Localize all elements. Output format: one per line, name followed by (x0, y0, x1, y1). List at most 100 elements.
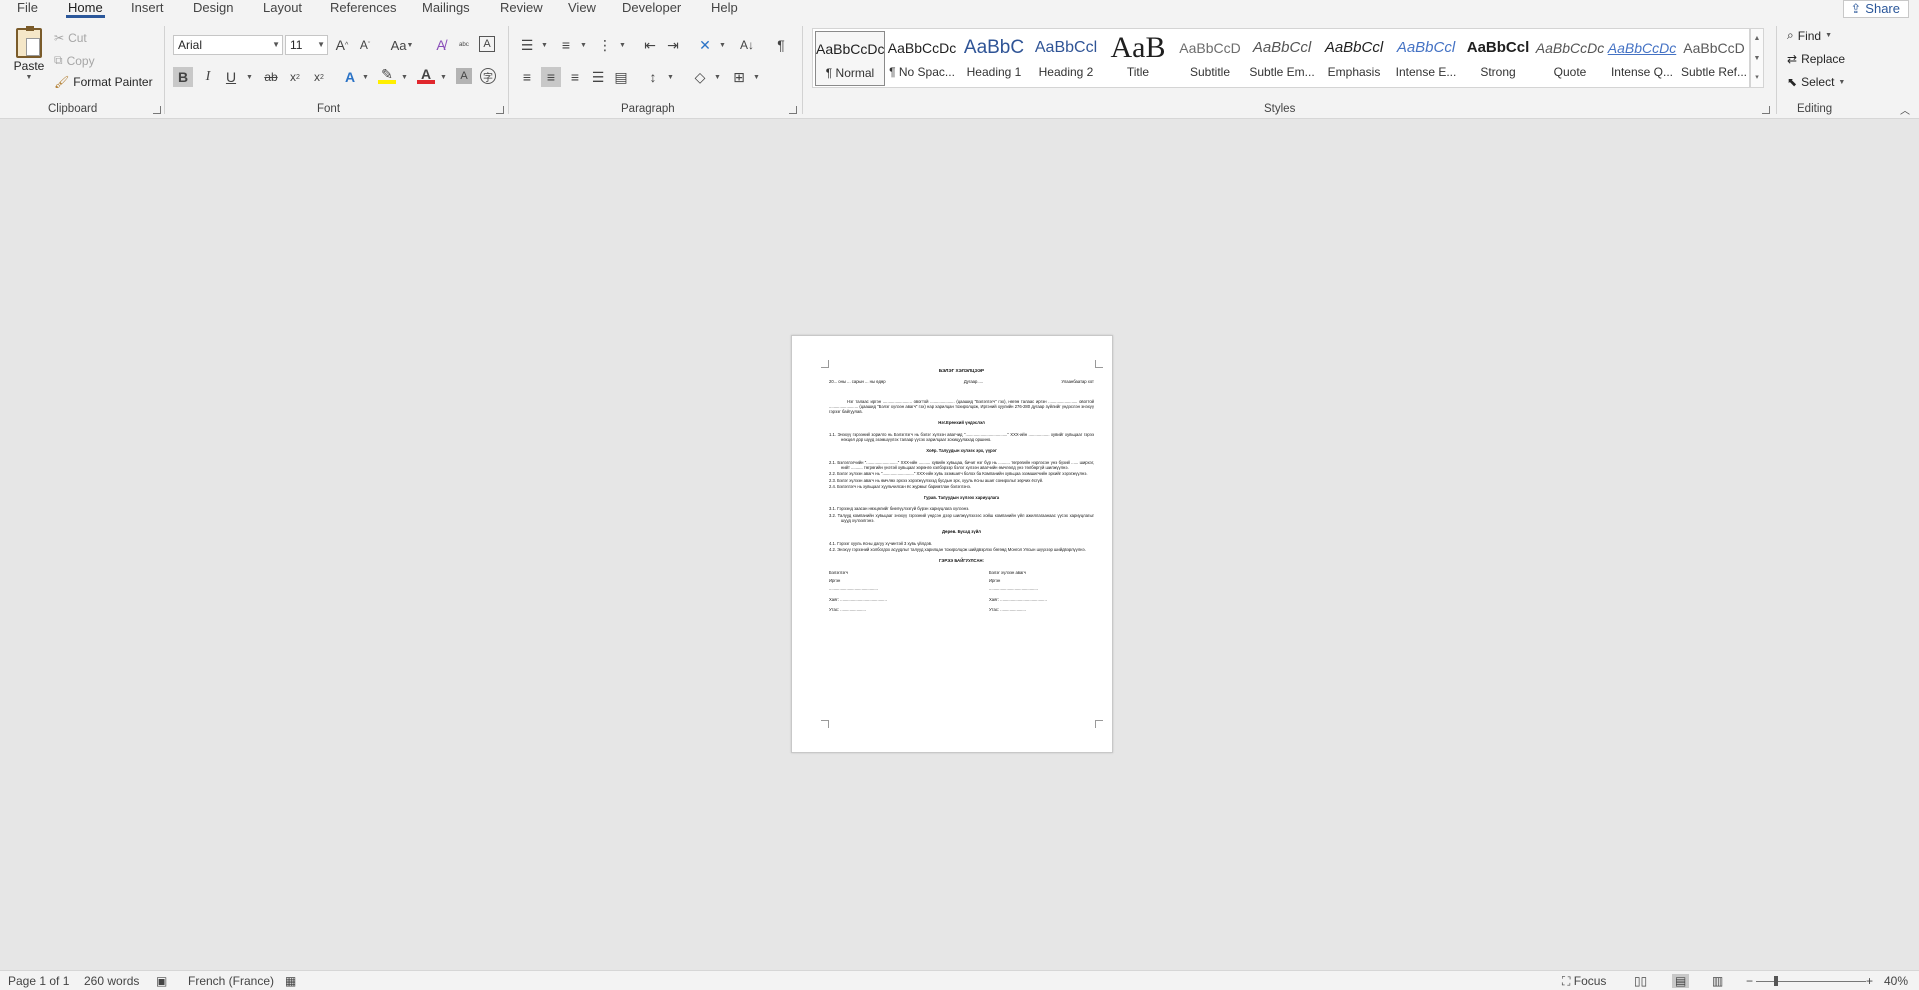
subscript-icon[interactable]: x2 (286, 68, 304, 86)
style-title[interactable]: AaB Title (1103, 31, 1173, 86)
style-intense-emphasis[interactable]: AaBbCcl Intense E... (1391, 31, 1461, 86)
chevron-down-icon[interactable]: ▼ (1751, 49, 1763, 69)
strikethrough-icon[interactable]: ab (262, 68, 280, 86)
paste-button[interactable]: Paste ▼ (12, 26, 46, 81)
share-button[interactable]: ⇪ Share (1843, 0, 1909, 18)
style-heading-2[interactable]: AaBbCcl Heading 2 (1031, 31, 1101, 86)
pilcrow-icon[interactable]: ¶ (772, 36, 790, 54)
styles-gallery-scrollbar[interactable]: ▲ ▼ ▾ (1750, 28, 1764, 88)
style-intense-quote[interactable]: AaBbCcDc Intense Q... (1607, 31, 1677, 86)
font-color-icon[interactable]: A (417, 66, 435, 84)
underline-icon[interactable]: U (222, 68, 240, 86)
chevron-down-icon[interactable]: ▼ (246, 74, 253, 81)
find-button[interactable]: ⌕ Find ▼ (1787, 28, 1832, 43)
font-launcher-icon[interactable] (496, 106, 504, 114)
style-emphasis[interactable]: AaBbCcl Emphasis (1319, 31, 1389, 86)
select-button[interactable]: ⬉ Select ▼ (1787, 75, 1845, 89)
grow-font-icon[interactable]: A ^ (333, 36, 351, 54)
chevron-down-icon[interactable]: ▼ (719, 42, 726, 49)
chevron-down-icon[interactable]: ▼ (541, 42, 548, 49)
replace-button[interactable]: ⇄ Replace (1787, 52, 1845, 66)
font-family-combo[interactable]: Arial ▼ (173, 35, 283, 55)
zoom-out-icon[interactable]: − (1746, 974, 1753, 988)
text-effects-icon[interactable]: A (341, 68, 359, 86)
word-count[interactable]: 260 words (84, 974, 139, 988)
focus-button[interactable]: ⛶ Focus (1562, 974, 1606, 989)
tab-design[interactable]: Design (193, 0, 233, 18)
justify-icon[interactable]: ☰ (589, 68, 607, 86)
tab-insert[interactable]: Insert (131, 0, 164, 18)
tab-home[interactable]: Home (66, 0, 105, 18)
page-count[interactable]: Page 1 of 1 (8, 974, 69, 988)
decrease-indent-icon[interactable]: ⇤ (641, 36, 659, 54)
cut-button[interactable]: ✂ Cut (54, 31, 87, 45)
chevron-down-icon[interactable]: ▼ (619, 42, 626, 49)
asian-layout-icon[interactable]: ✕ (696, 36, 714, 54)
style-subtle-reference[interactable]: AaBbCcD Subtle Ref... (1679, 31, 1749, 86)
font-size-combo[interactable]: 11 ▼ (285, 35, 328, 55)
chevron-down-icon[interactable]: ▼ (753, 74, 760, 81)
borders-icon[interactable]: ⊞ (730, 68, 748, 86)
clipboard-launcher-icon[interactable] (153, 106, 161, 114)
web-layout-icon[interactable]: ▥ (1712, 974, 1723, 988)
macro-recording-icon[interactable]: ▦ (285, 974, 296, 988)
chevron-down-icon[interactable]: ▼ (667, 74, 674, 81)
tab-mailings[interactable]: Mailings (422, 0, 470, 18)
clear-formatting-icon[interactable]: A̸ (432, 36, 450, 54)
italic-icon[interactable]: I (199, 68, 217, 86)
superscript-icon[interactable]: x2 (310, 68, 328, 86)
phonetic-guide-icon[interactable]: ᵃᵇᶜ (455, 36, 473, 54)
print-layout-icon[interactable]: ▤ (1672, 974, 1690, 988)
style-heading-1[interactable]: AaBbC Heading 1 (959, 31, 1029, 86)
styles-launcher-icon[interactable] (1762, 106, 1770, 114)
chevron-down-icon[interactable]: ▼ (580, 42, 587, 49)
align-left-icon[interactable]: ≡ (518, 68, 536, 86)
expand-gallery-icon[interactable]: ▾ (1751, 69, 1763, 87)
chevron-down-icon[interactable]: ▼ (440, 74, 447, 81)
zoom-level[interactable]: 40% (1884, 974, 1908, 988)
align-right-icon[interactable]: ≡ (566, 68, 584, 86)
chevron-down-icon[interactable]: ▼ (714, 74, 721, 81)
change-case-icon[interactable]: Aa ▼ (388, 36, 416, 54)
tab-review[interactable]: Review (500, 0, 543, 18)
numbering-icon[interactable]: ≡ (557, 36, 575, 54)
shrink-font-icon[interactable]: Aˇ (356, 36, 374, 54)
tab-layout[interactable]: Layout (263, 0, 302, 18)
align-center-icon[interactable]: ≡ (541, 67, 561, 87)
shading-icon[interactable]: ◇ (691, 68, 709, 86)
tab-developer[interactable]: Developer (622, 0, 681, 18)
style-subtle-emphasis[interactable]: AaBbCcl Subtle Em... (1247, 31, 1317, 86)
collapse-ribbon-icon[interactable]: ︿ (1896, 100, 1914, 118)
line-spacing-icon[interactable]: ↕ (644, 68, 662, 86)
bold-icon[interactable]: B (173, 67, 193, 87)
proofing-icon[interactable]: ▣ (156, 974, 167, 988)
document-body[interactable]: БЭЛЭГ ХЭЛЭЛЦЭЭР 20... оны ... сарын ... … (829, 368, 1094, 615)
multilevel-list-icon[interactable]: ⋮ (596, 36, 614, 54)
document-page[interactable]: БЭЛЭГ ХЭЛЭЛЦЭЭР 20... оны ... сарын ... … (791, 335, 1113, 753)
language-indicator[interactable]: French (France) (188, 974, 274, 988)
style-subtitle[interactable]: AaBbCcD Subtitle (1175, 31, 1245, 86)
zoom-slider[interactable] (1756, 981, 1866, 982)
highlight-icon[interactable]: ✎ (378, 66, 396, 84)
tab-file[interactable]: File (17, 0, 38, 18)
enclose-characters-icon[interactable]: 字 (480, 68, 496, 84)
copy-button[interactable]: ⧉ Copy (54, 53, 95, 68)
chevron-down-icon[interactable]: ▼ (401, 74, 408, 81)
bullets-icon[interactable]: ☰ (518, 36, 536, 54)
tab-references[interactable]: References (330, 0, 396, 18)
zoom-in-icon[interactable]: + (1866, 974, 1873, 988)
read-mode-icon[interactable]: ▯▯ (1634, 974, 1647, 988)
format-painter-button[interactable]: 🖌 Format Painter (54, 75, 153, 89)
tab-help[interactable]: Help (711, 0, 738, 18)
sort-icon[interactable]: A↓ (738, 36, 756, 54)
tab-view[interactable]: View (568, 0, 596, 18)
style-normal[interactable]: AaBbCcDc ¶ Normal (815, 31, 885, 86)
zoom-slider-thumb[interactable] (1774, 976, 1778, 986)
chevron-down-icon[interactable]: ▼ (362, 74, 369, 81)
style-strong[interactable]: AaBbCcl Strong (1463, 31, 1533, 86)
distributed-icon[interactable]: ▤ (612, 68, 630, 86)
style-quote[interactable]: AaBbCcDc Quote (1535, 31, 1605, 86)
character-shading-icon[interactable]: A (456, 68, 472, 84)
chevron-up-icon[interactable]: ▲ (1751, 29, 1763, 49)
increase-indent-icon[interactable]: ⇥ (664, 36, 682, 54)
